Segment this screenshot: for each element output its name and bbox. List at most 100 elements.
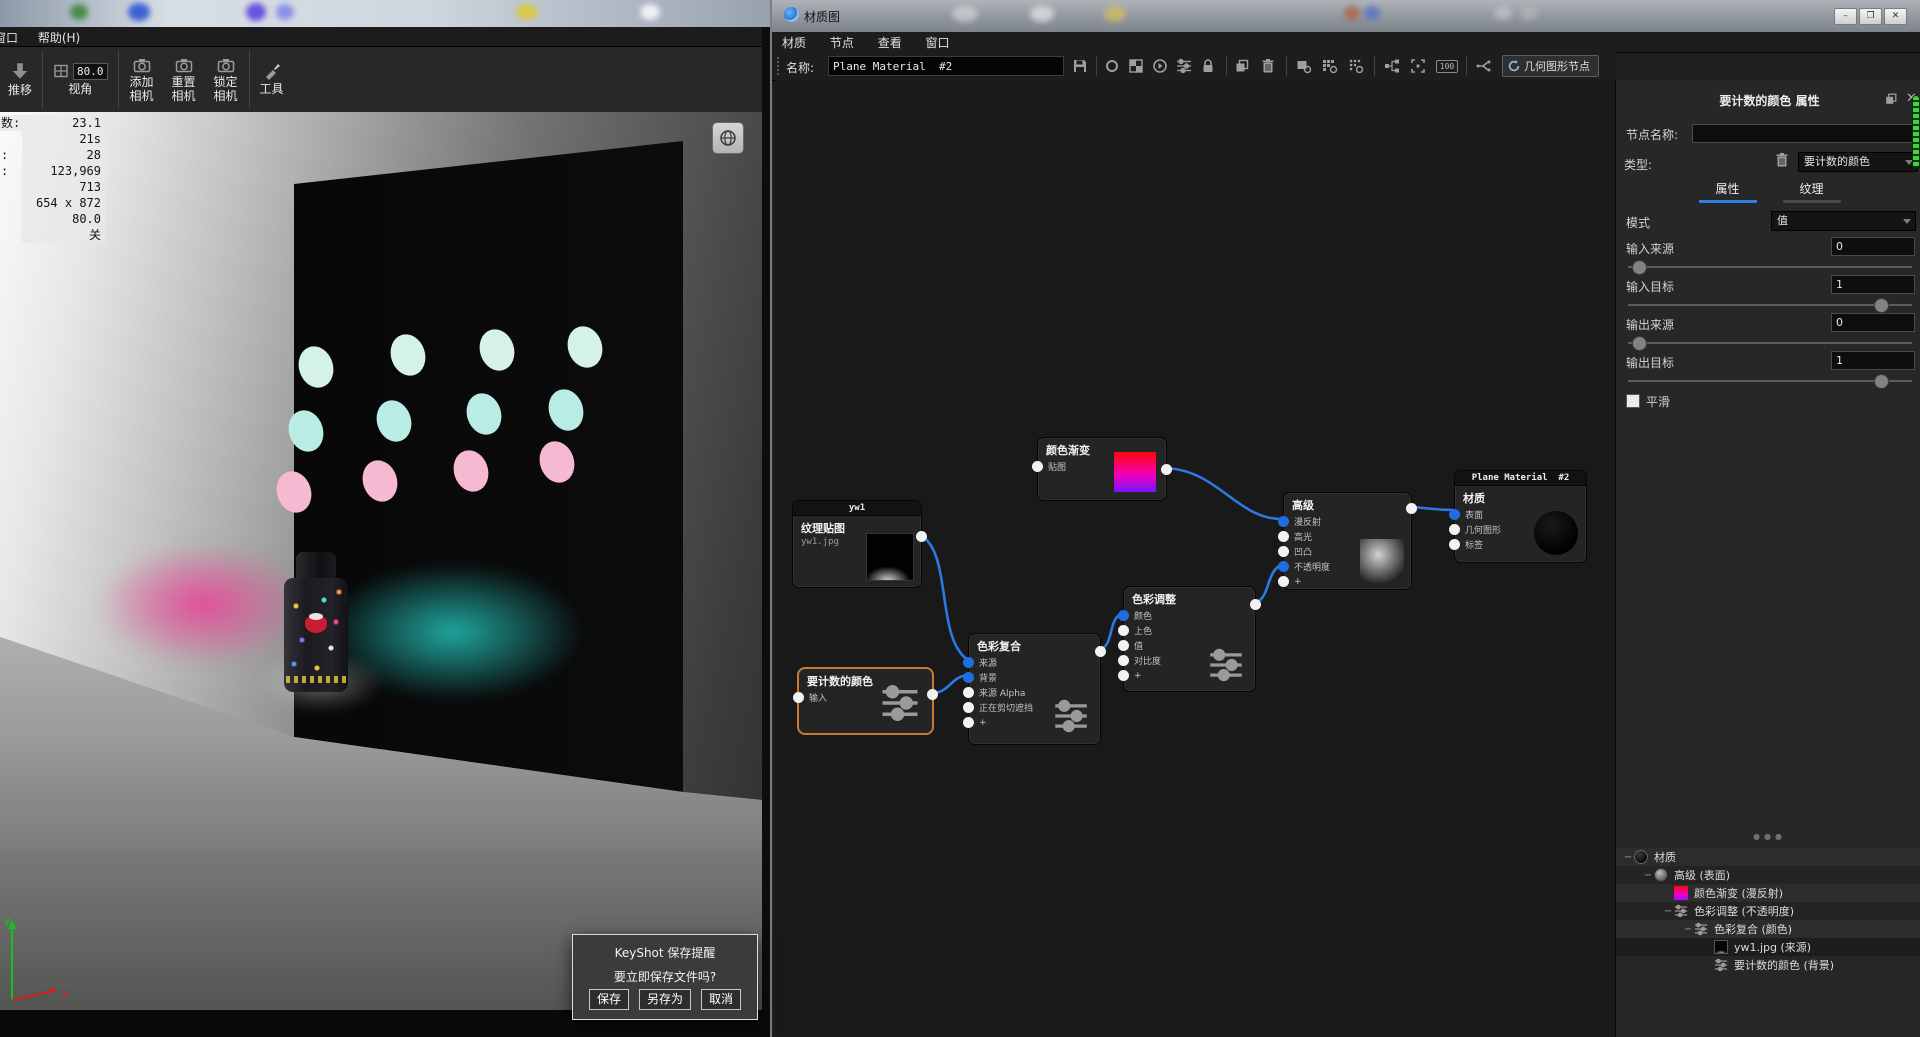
expander-icon[interactable]: − bbox=[1622, 852, 1634, 863]
menu-window[interactable]: 窗口 bbox=[0, 27, 26, 46]
input-port-color[interactable] bbox=[1118, 610, 1129, 621]
input-port-specular[interactable] bbox=[1278, 531, 1289, 542]
auto-layout-icon[interactable] bbox=[1382, 56, 1402, 76]
tree-row-advanced[interactable]: − 高级 (表面) bbox=[1616, 866, 1920, 884]
output-port[interactable] bbox=[1095, 646, 1106, 657]
material-graph-titlebar[interactable]: 材质图 – ❐ ✕ bbox=[772, 0, 1920, 33]
input-port-tint[interactable] bbox=[1118, 625, 1129, 636]
output-to-slider[interactable] bbox=[1628, 374, 1912, 387]
checker-icon[interactable] bbox=[1126, 56, 1146, 76]
menu-window[interactable]: 窗口 bbox=[916, 32, 960, 51]
geometry-node-toggle[interactable]: 几何图形节点 bbox=[1502, 55, 1599, 77]
output-port[interactable] bbox=[927, 689, 938, 700]
close-button[interactable]: ✕ bbox=[1884, 8, 1907, 25]
node-texture-yw1[interactable]: yw1 纹理贴图 yw1.jpg bbox=[792, 500, 922, 588]
input-port-surface[interactable] bbox=[1449, 509, 1460, 520]
lock-icon[interactable] bbox=[1198, 56, 1218, 76]
save-as-button[interactable]: 另存为 bbox=[639, 989, 691, 1010]
input-to-value[interactable]: 1 bbox=[1831, 275, 1915, 294]
thumbnail-preview-icon[interactable] bbox=[1294, 56, 1314, 76]
input-port[interactable] bbox=[1032, 461, 1043, 472]
add-camera-button[interactable]: 添加相机 bbox=[121, 47, 163, 112]
input-port-label[interactable] bbox=[1449, 539, 1460, 550]
input-port-source[interactable] bbox=[963, 657, 974, 668]
float-panel-icon[interactable] bbox=[1884, 92, 1898, 106]
input-port-value[interactable] bbox=[1118, 640, 1129, 651]
node-plane-material[interactable]: Plane Material #2 材质 表面 几何图形 标签 bbox=[1454, 470, 1587, 563]
expander-icon[interactable]: − bbox=[1642, 870, 1654, 881]
cancel-button[interactable]: 取消 bbox=[701, 989, 741, 1010]
tree-row-gradient[interactable]: 颜色渐变 (漫反射) bbox=[1616, 884, 1920, 902]
input-port-add[interactable] bbox=[1278, 576, 1289, 587]
output-port[interactable] bbox=[1250, 599, 1261, 610]
tab-properties[interactable]: 属性 bbox=[1699, 180, 1757, 207]
node-color-to-count[interactable]: 要计数的颜色 输入 bbox=[798, 668, 933, 734]
output-from-slider[interactable] bbox=[1628, 336, 1912, 349]
node-canvas[interactable]: yw1 纹理贴图 yw1.jpg 颜色渐变 贴图 高级 漫反射 高光 凹凸 不透… bbox=[775, 80, 1615, 1037]
material-name-input[interactable] bbox=[828, 56, 1064, 76]
maximize-button[interactable]: ❐ bbox=[1859, 8, 1882, 25]
node-advanced[interactable]: 高级 漫反射 高光 凹凸 不透明度 + bbox=[1283, 492, 1412, 590]
sliders-icon[interactable] bbox=[1174, 56, 1194, 76]
input-port-clip-mask[interactable] bbox=[963, 702, 974, 713]
panel-splitter[interactable]: ●●● bbox=[1616, 832, 1920, 841]
input-to-slider[interactable] bbox=[1628, 298, 1912, 311]
tab-texture[interactable]: 纹理 bbox=[1783, 180, 1841, 207]
mode-select[interactable]: 值 bbox=[1771, 211, 1916, 231]
expander-icon[interactable]: − bbox=[1682, 924, 1694, 935]
render-viewport[interactable]: 数:23.1 21s :28 :123,969 713 654 x 872 80… bbox=[0, 112, 762, 1010]
input-port-input[interactable] bbox=[793, 692, 804, 703]
delete-icon[interactable] bbox=[1258, 56, 1278, 76]
output-to-value[interactable]: 1 bbox=[1831, 351, 1915, 370]
tree-row-color-composite[interactable]: − 色彩复合 (颜色) bbox=[1616, 920, 1920, 938]
output-from-value[interactable]: 0 bbox=[1831, 313, 1915, 332]
tools-button[interactable]: 工具 bbox=[252, 47, 292, 112]
input-port-diffuse[interactable] bbox=[1278, 516, 1289, 527]
view-angle-value[interactable]: 80.0 bbox=[73, 63, 108, 80]
preview-sphere-icon[interactable] bbox=[1102, 56, 1122, 76]
output-port[interactable] bbox=[1406, 503, 1417, 514]
view-angle-control[interactable]: 80.0 视角 bbox=[45, 47, 116, 112]
smooth-checkbox[interactable] bbox=[1626, 394, 1640, 408]
tree-row-color-to-count[interactable]: 要计数的颜色 (背景) bbox=[1616, 956, 1920, 974]
duplicate-icon[interactable] bbox=[1232, 56, 1252, 76]
input-port-add[interactable] bbox=[1118, 670, 1129, 681]
expander-icon[interactable]: − bbox=[1662, 906, 1674, 917]
green-striped-scrollbar[interactable] bbox=[1913, 96, 1919, 168]
minimize-button[interactable]: – bbox=[1834, 8, 1857, 25]
zoom-100-button[interactable]: 100 bbox=[1434, 56, 1460, 76]
toolbar-grip[interactable] bbox=[777, 57, 782, 75]
environment-globe-button[interactable] bbox=[712, 122, 744, 154]
node-color-gradient[interactable]: 颜色渐变 贴图 bbox=[1037, 437, 1167, 501]
grid-preview-icon[interactable] bbox=[1320, 56, 1340, 76]
output-port[interactable] bbox=[916, 531, 927, 542]
node-name-input[interactable] bbox=[1692, 124, 1914, 143]
pan-button[interactable]: 推移 bbox=[0, 47, 40, 112]
menu-help[interactable]: 帮助(H) bbox=[30, 27, 88, 46]
input-port-source-alpha[interactable] bbox=[963, 687, 974, 698]
tree-row-color-adjust[interactable]: − 色彩调整 (不透明度) bbox=[1616, 902, 1920, 920]
menu-view[interactable]: 查看 bbox=[868, 32, 912, 51]
save-button[interactable]: 保存 bbox=[589, 989, 629, 1010]
fit-view-icon[interactable] bbox=[1408, 56, 1428, 76]
node-color-composite[interactable]: 色彩复合 来源 背景 来源 Alpha 正在剪切遮挡 + bbox=[968, 633, 1101, 745]
split-connection-icon[interactable] bbox=[1474, 56, 1494, 76]
tree-row-yw1[interactable]: yw1.jpg (来源) bbox=[1616, 938, 1920, 956]
lock-camera-button[interactable]: 锁定相机 bbox=[205, 47, 247, 112]
node-color-adjust[interactable]: 色彩调整 颜色 上色 值 对比度 + bbox=[1123, 586, 1256, 692]
input-port-geometry[interactable] bbox=[1449, 524, 1460, 535]
menu-material[interactable]: 材质 bbox=[772, 32, 816, 51]
play-preview-icon[interactable] bbox=[1150, 56, 1170, 76]
save-icon[interactable] bbox=[1070, 56, 1090, 76]
input-port-opacity[interactable] bbox=[1278, 561, 1289, 572]
output-port[interactable] bbox=[1161, 464, 1172, 475]
menu-node[interactable]: 节点 bbox=[820, 32, 864, 51]
input-port-add[interactable] bbox=[963, 717, 974, 728]
reset-camera-button[interactable]: 重置相机 bbox=[163, 47, 205, 112]
delete-node-icon[interactable] bbox=[1774, 152, 1790, 168]
input-from-slider[interactable] bbox=[1628, 260, 1912, 273]
input-port-background[interactable] bbox=[963, 672, 974, 683]
dots-preview-icon[interactable] bbox=[1346, 56, 1366, 76]
input-port-bump[interactable] bbox=[1278, 546, 1289, 557]
input-port-contrast[interactable] bbox=[1118, 655, 1129, 666]
